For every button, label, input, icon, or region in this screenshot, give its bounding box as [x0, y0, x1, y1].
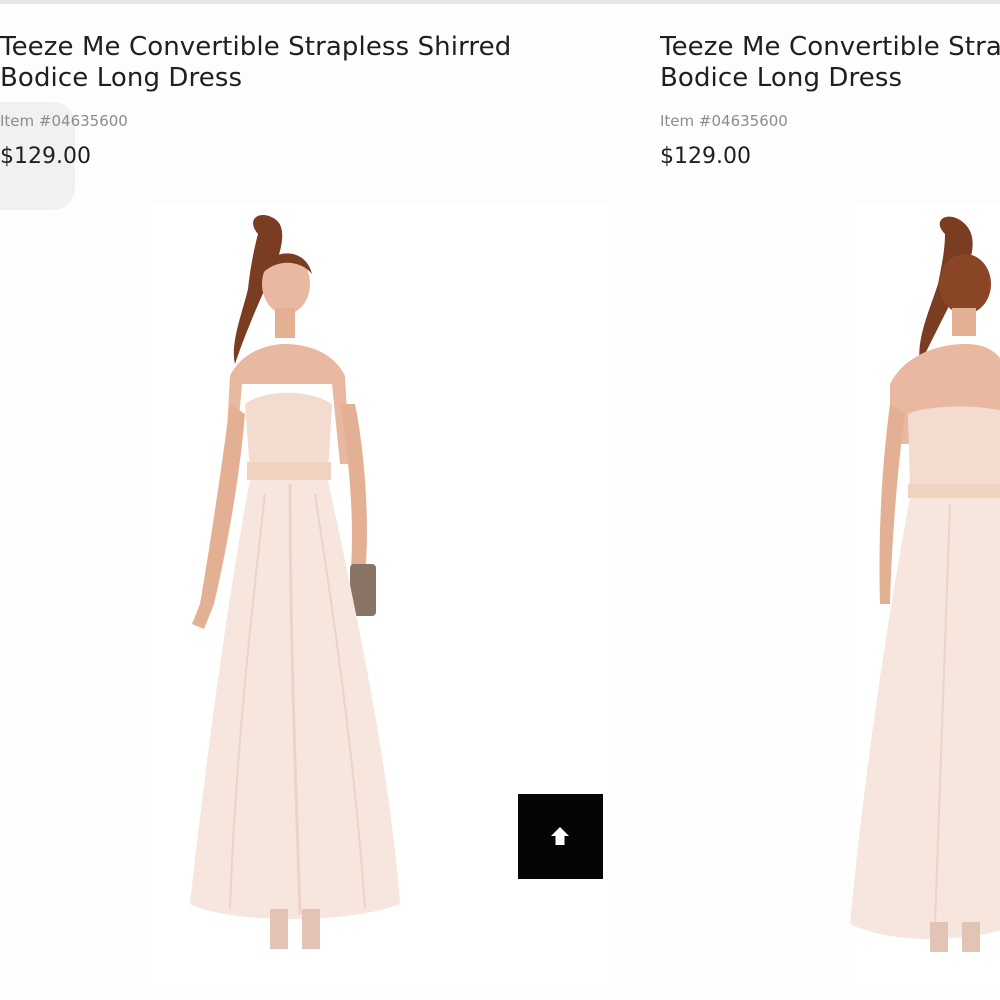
product-title[interactable]: Teeze Me Convertible Strapless Shirred B… — [0, 32, 600, 94]
item-number: Item #04635600 — [660, 112, 788, 130]
arrow-up-icon — [551, 827, 569, 845]
product-price: $129.00 — [0, 144, 91, 169]
product-listing-page: Teeze Me Convertible Strapless Shirred B… — [0, 0, 1000, 1000]
product-card-2[interactable]: Teeze Me Convertible Strapless Shirred B… — [660, 4, 1000, 994]
item-number: Item #04635600 — [0, 112, 128, 130]
product-title[interactable]: Teeze Me Convertible Strapless Shirred B… — [660, 32, 1000, 94]
scroll-to-top-button[interactable] — [518, 794, 603, 879]
product-price: $129.00 — [660, 144, 751, 169]
product-card-1[interactable]: Teeze Me Convertible Strapless Shirred B… — [0, 4, 640, 994]
product-image-back[interactable] — [850, 204, 1000, 984]
